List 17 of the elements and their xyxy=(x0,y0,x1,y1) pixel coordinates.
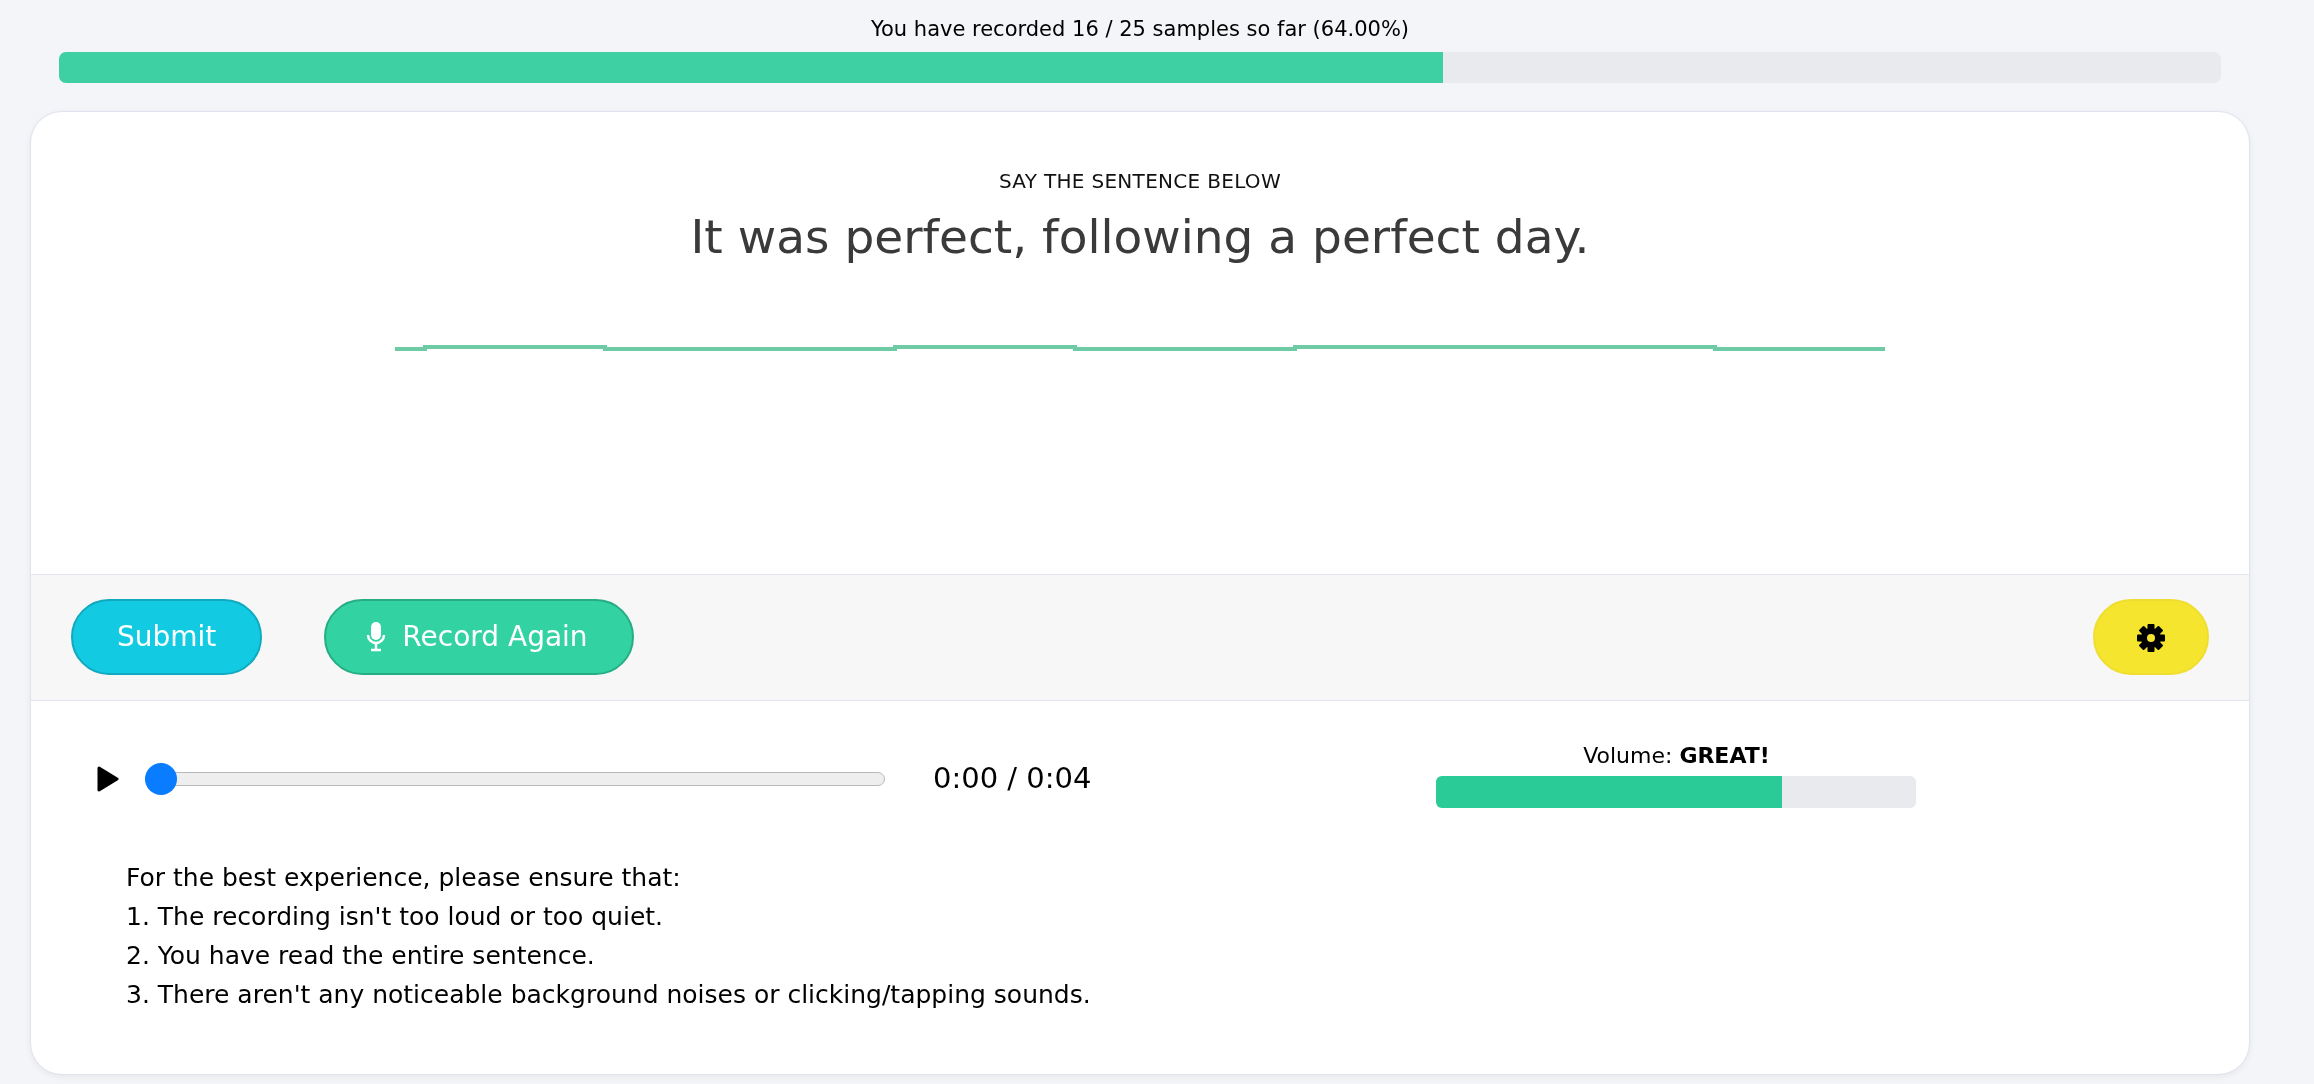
instruction-line: 1. The recording isn't too loud or too quiet. xyxy=(126,900,664,933)
sentence-text: It was perfect, following a perfect day. xyxy=(689,207,1591,266)
settings-icon xyxy=(2136,623,2166,653)
record-again-button[interactable]: Record Again xyxy=(324,599,634,675)
instruction-line: 2. You have read the entire sentence. xyxy=(126,939,595,972)
volume-label: Volume: GREAT! xyxy=(1582,741,1771,770)
time-display: 0:00 / 0:04 xyxy=(933,760,1092,798)
seek-slider[interactable] xyxy=(145,763,885,795)
play-button[interactable] xyxy=(97,766,119,792)
instruction-heading: SAY THE SENTENCE BELOW xyxy=(998,167,1282,195)
instruction-line: 3. There aren't any noticeable background noises or clicking/tapping sounds. xyxy=(126,978,1091,1011)
slider-thumb[interactable] xyxy=(145,763,177,795)
instruction-line: For the best experience, please ensure that: xyxy=(126,861,681,894)
microphone-icon xyxy=(366,621,387,653)
play-icon xyxy=(97,766,119,792)
progress-text: You have recorded 16 / 25 samples so far (64.00%) xyxy=(869,16,1411,43)
submit-button[interactable]: Submit xyxy=(71,599,263,675)
